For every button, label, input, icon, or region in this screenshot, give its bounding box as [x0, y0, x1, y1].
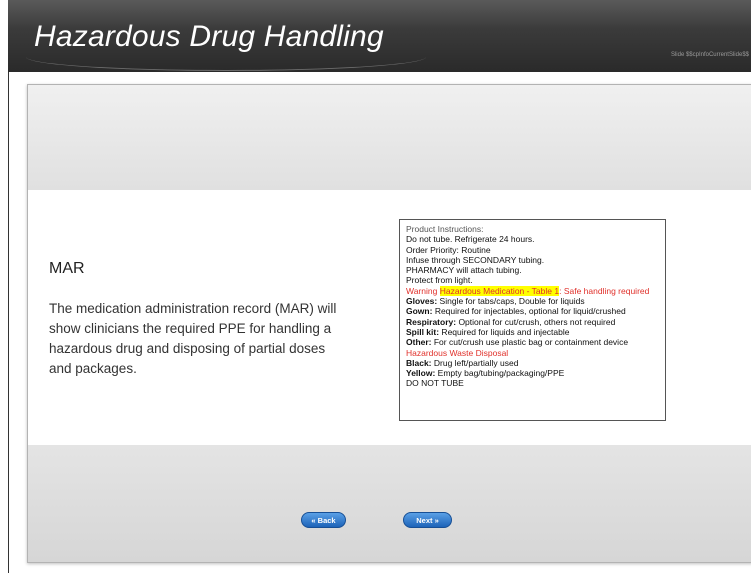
ppe-label: Spill kit:	[406, 326, 440, 337]
waste-label: Yellow:	[406, 368, 436, 379]
instruction-line: PHARMACY will attach tubing.	[406, 265, 522, 276]
panel-top-band	[28, 85, 751, 190]
warning-suffix: : Safe handling required	[559, 285, 650, 296]
instruction-line: Protect from light.	[406, 275, 473, 286]
slide-content: MAR The medication administration record…	[28, 190, 751, 445]
ppe-label: Respiratory:	[406, 316, 457, 327]
instructions-header: Product Instructions:	[406, 224, 484, 234]
ppe-label: Gown:	[406, 306, 433, 317]
ppe-label: Gloves:	[406, 296, 438, 307]
ppe-text: Required for liquids and injectable	[439, 326, 570, 337]
ppe-label: Other:	[406, 337, 432, 348]
ppe-gloves: Gloves: Single for tabs/caps, Double for…	[406, 296, 659, 306]
slide-body-text: The medication administration record (MA…	[49, 301, 337, 376]
slide-info: Slide $$cpInfoCurrentSlide$$	[670, 52, 749, 58]
waste-yellow: Yellow: Empty bag/tubing/packaging/PPE	[406, 368, 659, 378]
ppe-text: Required for injectables, optional for l…	[432, 306, 626, 317]
ppe-text: Single for tabs/caps, Double for liquids	[437, 296, 585, 307]
frame-border	[8, 72, 9, 573]
ppe-spill-kit: Spill kit: Required for liquids and inje…	[406, 327, 659, 337]
product-instructions-box: Product Instructions: Do not tube. Refri…	[399, 219, 666, 421]
waste-heading: Hazardous Waste Disposal	[406, 347, 509, 358]
back-button[interactable]: « Back	[301, 512, 346, 528]
ppe-text: Optional for cut/crush, others not requi…	[456, 316, 616, 327]
warning-line: Warning Hazardous Medication - Table 1: …	[406, 285, 659, 296]
next-button[interactable]: Next »	[403, 512, 452, 528]
waste-label: Black:	[406, 357, 432, 368]
header-decoration	[26, 56, 426, 71]
instruction-line: Infuse through SECONDARY tubing.	[406, 254, 545, 265]
course-title: Hazardous Drug Handling	[34, 20, 384, 53]
slide-panel: MAR The medication administration record…	[27, 84, 751, 563]
instruction-line: Do not tube. Refrigerate 24 hours.	[406, 234, 535, 245]
warning-prefix: Warning	[406, 285, 440, 296]
ppe-other: Other: For cut/crush use plastic bag or …	[406, 337, 659, 347]
waste-text: Empty bag/tubing/packaging/PPE	[435, 368, 565, 379]
instruction-line: Order Priority: Routine	[406, 244, 491, 255]
ppe-text: For cut/crush use plastic bag or contain…	[431, 337, 629, 348]
slide-heading: MAR	[49, 260, 85, 277]
title-bar: Hazardous Drug Handling Slide $$cpInfoCu…	[8, 0, 751, 72]
ppe-respiratory: Respiratory: Optional for cut/crush, oth…	[406, 317, 659, 327]
waste-text: Drug left/partially used	[431, 357, 519, 368]
ppe-gown: Gown: Required for injectables, optional…	[406, 306, 659, 316]
waste-black: Black: Drug left/partially used	[406, 358, 659, 368]
instructions-footer: DO NOT TUBE	[406, 378, 464, 389]
panel-bottom-band	[28, 445, 751, 562]
warning-highlight: Hazardous Medication - Table 1	[439, 285, 560, 296]
